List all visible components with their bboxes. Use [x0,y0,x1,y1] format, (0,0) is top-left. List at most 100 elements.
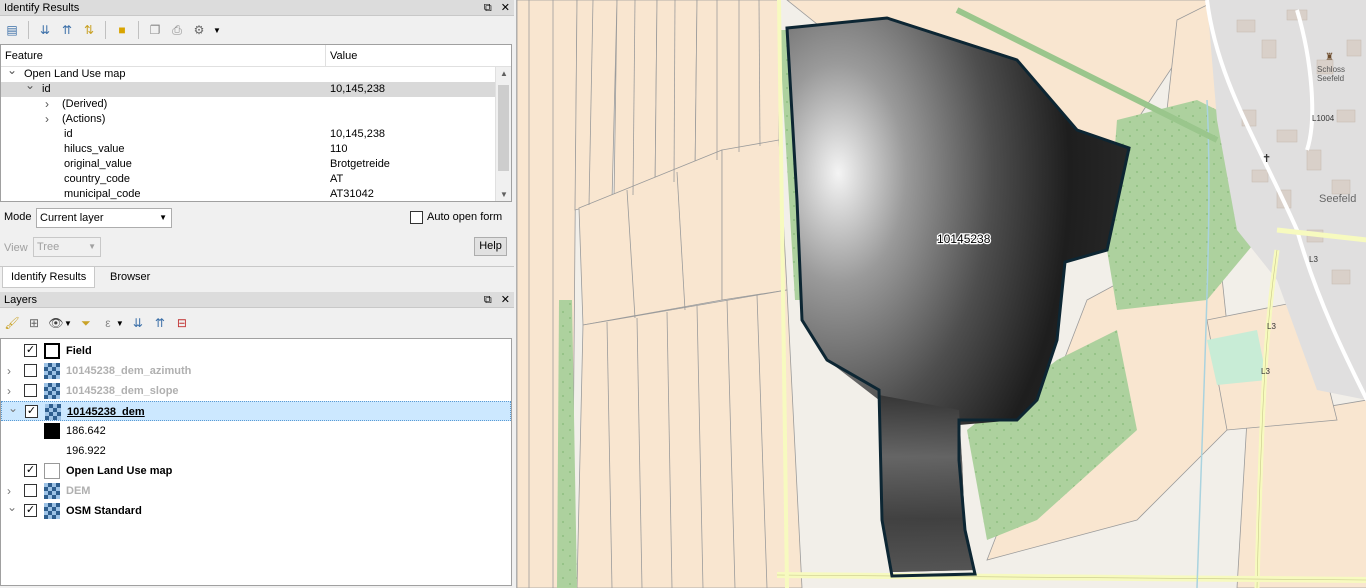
layer-visibility-checkbox[interactable]: ✓ [25,405,38,418]
tree-row[interactable]: › (Derived) [1,97,511,112]
layer-row[interactable]: › 10145238_dem_slope [1,381,511,401]
layer-row[interactable]: ✓ Open Land Use map [1,461,511,481]
add-group-icon[interactable]: ⊞ [26,315,42,331]
identify-results-panel: Identify Results ⧉ ✕ ▤ ⇊ ⇈ ⇅ ■ ❐ ⎙ ⚙ ▼ F… [0,0,514,291]
layer-visibility-checkbox[interactable] [24,484,37,497]
chevron-down-icon: ▼ [88,242,96,251]
clear-results-icon[interactable]: ■ [114,22,130,38]
layer-visibility-checkbox[interactable]: ✓ [24,504,37,517]
expand-all-icon[interactable]: ⇊ [130,315,146,331]
filter-expression-icon[interactable]: ε [100,315,116,331]
visibility-eye-icon[interactable]: 👁 [48,315,64,331]
identify-mode-icon[interactable]: ⚙ [191,22,207,38]
expand-tree-icon[interactable]: ▤ [4,22,20,38]
layers-panel-title: Layers [4,294,38,306]
tree-row[interactable]: id 10,145,238 [1,127,511,142]
filter-expression-dropdown-arrow[interactable]: ▼ [116,319,124,328]
chevron-right-icon[interactable]: › [45,112,49,127]
collapse-all-icon[interactable]: ⇈ [59,22,75,38]
identify-toolbar: ▤ ⇊ ⇈ ⇅ ■ ❐ ⎙ ⚙ ▼ [0,16,514,44]
legend-swatch [44,443,60,460]
tree-row-key: id [64,128,73,140]
layer-row[interactable]: › 10145238_dem_azimuth [1,361,511,381]
style-manager-icon[interactable]: 🖌 [4,315,20,331]
view-select[interactable]: Tree ▼ [33,237,101,257]
copy-icon[interactable]: ❐ [147,22,163,38]
place-label-seefeld-2: Seefeld [1319,193,1356,205]
collapse-all-icon[interactable]: ⇈ [152,315,168,331]
print-icon[interactable]: ⎙ [169,22,185,38]
chevron-right-icon[interactable]: › [45,97,49,112]
expand-new-results-icon[interactable]: ⇅ [81,22,97,38]
tree-row-value: Brotgetreide [330,158,390,170]
legend-label: 186.642 [66,425,106,437]
mode-select[interactable]: Current layer ▼ [36,208,172,228]
layer-name: 10145238_dem [67,406,145,418]
tree-row[interactable]: original_value Brotgetreide [1,157,511,172]
float-panel-icon[interactable]: ⧉ [484,0,492,16]
close-panel-icon[interactable]: ✕ [501,0,510,16]
layers-panel: Layers ⧉ ✕ 🖌 ⊞ 👁 ▼ ⏷ ε ▼ ⇊ ⇈ ⊟ ✓ Field › 10… [0,292,514,588]
identify-mode-dropdown-arrow[interactable]: ▼ [213,26,221,35]
layer-row[interactable]: ⌄ ✓ 10145238_dem [1,401,511,421]
tree-scrollbar[interactable]: ▲ ▼ [495,67,511,201]
tree-row-key: municipal_code [64,188,141,200]
layer-tree: ✓ Field › 10145238_dem_azimuth › 10145238_dem… [0,338,512,586]
layer-row[interactable]: ⌄ ✓ OSM Standard [1,500,511,521]
mode-select-value: Current layer [40,212,104,224]
float-panel-icon[interactable]: ⧉ [484,292,492,308]
tree-row-key: hilucs_value [64,143,125,155]
view-label: View [4,242,28,254]
tree-row-key: country_code [64,173,131,185]
layer-visibility-checkbox[interactable] [24,384,37,397]
tree-row[interactable]: ⌄ Open Land Use map [1,63,511,82]
map-canvas[interactable]: 10145238 Schloss Seefeld Seefeld L1004 L… [516,0,1366,588]
tree-row-key: (Actions) [62,113,106,125]
field-id-label: 10145238 [937,232,991,246]
close-panel-icon[interactable]: ✕ [501,292,510,308]
place-label-seefeld-1: Seefeld [1317,74,1344,83]
layer-row[interactable]: ✓ Field [1,341,511,361]
layer-name: 10145238_dem_azimuth [66,365,192,377]
chevron-right-icon[interactable]: › [7,361,11,381]
tree-row[interactable]: municipal_code AT31042 [1,187,511,201]
chevron-down-icon[interactable]: ⌄ [25,78,35,93]
tree-rows: ⌄ Open Land Use map ⌄ id 10,145,238 › (Derived… [1,63,511,201]
scroll-thumb[interactable] [498,85,509,171]
scroll-up-icon[interactable]: ▲ [496,69,511,78]
value-column-header[interactable]: Value [326,45,357,66]
layer-name: Field [66,345,92,357]
auto-open-form-label: Auto open form [427,211,503,223]
help-button[interactable]: Help [474,237,507,256]
tab-identify-results[interactable]: Identify Results [2,267,96,288]
identify-panel-title-bar: Identify Results ⧉ ✕ [0,0,514,16]
tree-row-value: 10,145,238 [330,128,386,140]
tree-header: Feature Value [1,45,511,67]
layer-row[interactable]: › DEM [1,481,511,501]
layer-visibility-checkbox[interactable]: ✓ [24,464,37,477]
remove-layer-icon[interactable]: ⊟ [174,315,190,331]
place-label-schloss: Schloss [1317,65,1345,74]
tree-row[interactable]: country_code AT [1,172,511,187]
tree-row-key: original_value [64,158,132,170]
tree-row[interactable]: hilucs_value 110 [1,142,511,157]
toolbar-separator [28,21,29,39]
feature-column-header[interactable]: Feature [1,45,326,66]
map-svg: 10145238 Schloss Seefeld Seefeld L1004 L… [517,0,1366,588]
tab-browser[interactable]: Browser [102,267,158,288]
chevron-down-icon[interactable]: ⌄ [8,398,18,418]
scroll-down-icon[interactable]: ▼ [496,190,511,199]
visibility-dropdown-arrow[interactable]: ▼ [64,319,72,328]
chevron-down-icon[interactable]: ⌄ [7,497,17,517]
tree-row-key: id [42,83,51,95]
filter-legend-icon[interactable]: ⏷ [78,315,94,331]
tree-row-value: AT31042 [330,188,374,200]
tree-row[interactable]: ⌄ id 10,145,238 [1,78,495,97]
chevron-down-icon[interactable]: ⌄ [7,63,17,78]
tree-row[interactable]: › (Actions) [1,112,511,127]
expand-all-icon[interactable]: ⇊ [37,22,53,38]
layer-visibility-checkbox[interactable]: ✓ [24,344,37,357]
layers-toolbar: 🖌 ⊞ 👁 ▼ ⏷ ε ▼ ⇊ ⇈ ⊟ [0,308,514,338]
auto-open-form-checkbox[interactable] [410,211,423,224]
layer-visibility-checkbox[interactable] [24,364,37,377]
